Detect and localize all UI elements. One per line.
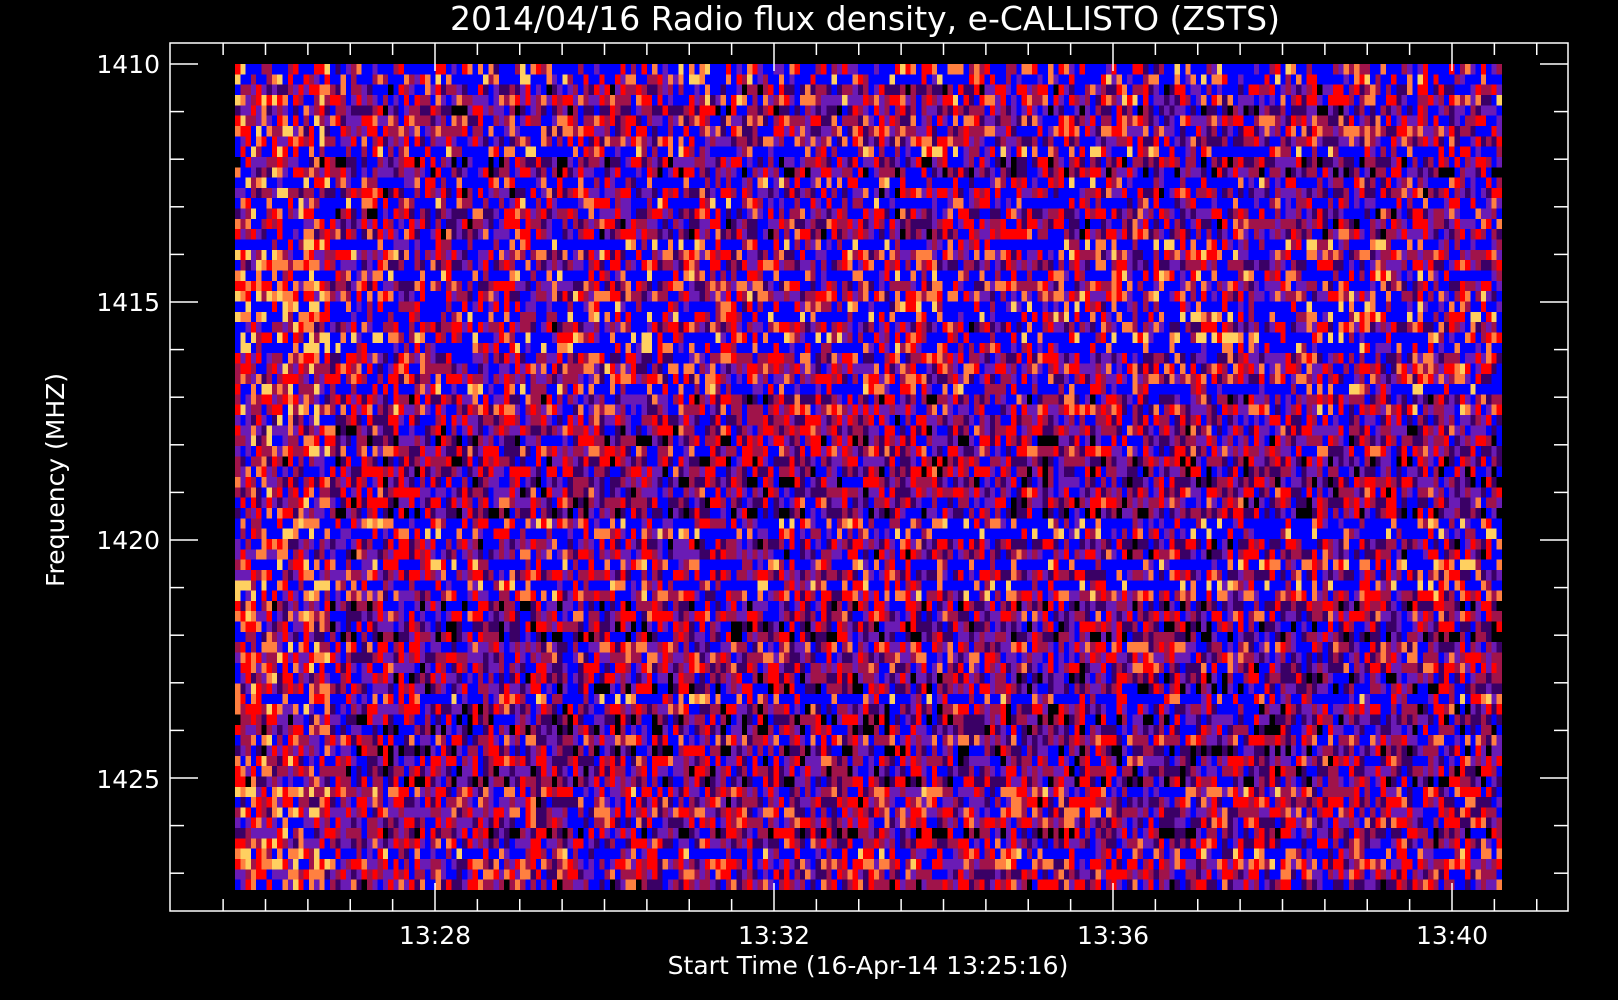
x-tick-label: 13:28: [399, 921, 471, 950]
spectrogram-heatmap: [235, 64, 1502, 890]
x-tick-label: 13:36: [1077, 921, 1149, 950]
x-axis-label: Start Time (16-Apr-14 13:25:16): [668, 951, 1069, 980]
x-tick-label: 13:40: [1416, 921, 1488, 950]
y-tick-label: 1420: [96, 526, 160, 555]
chart-title: 2014/04/16 Radio flux density, e-CALLIST…: [450, 0, 1280, 38]
x-tick-label: 13:32: [738, 921, 810, 950]
y-tick-label: 1425: [96, 765, 160, 794]
spectrogram-image: [235, 64, 1502, 890]
spectrogram-chart: 2014/04/16 Radio flux density, e-CALLIST…: [0, 0, 1618, 1000]
y-tick-label: 1415: [96, 288, 160, 317]
y-axis-label: Frequency (MHZ): [41, 373, 70, 587]
y-tick-label: 1410: [96, 50, 160, 79]
